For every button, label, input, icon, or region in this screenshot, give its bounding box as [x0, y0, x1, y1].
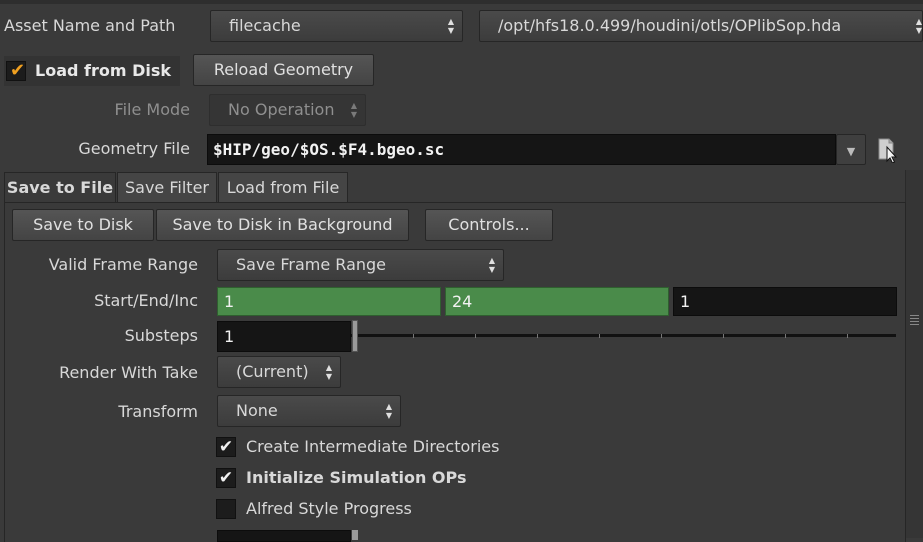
- up-down-arrows-icon: ▲ ▼: [447, 17, 455, 35]
- slider-tick: [723, 334, 724, 338]
- tab-save-filter[interactable]: Save Filter: [117, 172, 217, 203]
- scrollbar-track[interactable]: [905, 170, 923, 538]
- save-to-disk-background-button[interactable]: Save to Disk in Background: [156, 209, 409, 241]
- increment-input[interactable]: 1: [673, 287, 897, 316]
- slider-tick: [847, 334, 848, 338]
- substeps-slider-handle[interactable]: [352, 320, 358, 352]
- substeps-slider[interactable]: [351, 331, 896, 341]
- asset-name-label: Asset Name and Path: [4, 16, 176, 35]
- reload-geometry-button[interactable]: Reload Geometry: [193, 54, 374, 86]
- transform-combo[interactable]: None ▲ ▼: [217, 395, 401, 427]
- up-down-arrows-icon: ▲ ▼: [488, 256, 496, 274]
- asset-name-value: filecache: [229, 16, 301, 35]
- load-from-disk-label: Load from Disk: [35, 61, 172, 80]
- partial-bottom-input[interactable]: [217, 530, 351, 542]
- controls-button[interactable]: Controls...: [425, 209, 553, 241]
- valid-frame-range-combo[interactable]: Save Frame Range ▲ ▼: [217, 249, 504, 281]
- checkmark-icon: ✔: [218, 468, 234, 488]
- slider-tick: [537, 334, 538, 338]
- substeps-input[interactable]: 1: [217, 321, 351, 352]
- geometry-file-label: Geometry File: [78, 139, 190, 158]
- slider-track: [351, 334, 896, 337]
- initialize-simulation-ops-checkbox[interactable]: ✔: [216, 468, 236, 488]
- up-down-arrows-icon: ▲ ▼: [385, 402, 393, 420]
- transform-value: None: [236, 401, 278, 420]
- initialize-simulation-ops-toggle[interactable]: ✔ Initialize Simulation OPs: [216, 467, 516, 491]
- file-mode-value: No Operation: [228, 100, 335, 119]
- render-with-take-label: Render With Take: [59, 363, 198, 382]
- up-down-arrows-icon: ▲ ▼: [325, 363, 333, 381]
- create-intermediate-directories-toggle[interactable]: ✔ Create Intermediate Directories: [216, 436, 516, 460]
- top-divider: [0, 0, 923, 4]
- file-mode-combo[interactable]: No Operation ▲ ▼: [209, 94, 366, 126]
- geometry-file-input[interactable]: $HIP/geo/$OS.$F4.bgeo.sc: [207, 134, 836, 165]
- alfred-style-progress-checkbox[interactable]: [216, 499, 236, 519]
- up-down-arrows-icon: ▲ ▼: [915, 17, 923, 35]
- slider-tick: [413, 334, 414, 338]
- slider-tick: [785, 334, 786, 338]
- render-with-take-combo[interactable]: (Current) ▲ ▼: [217, 356, 341, 388]
- tab-load-from-file[interactable]: Load from File: [218, 172, 348, 203]
- alfred-style-progress-label: Alfred Style Progress: [246, 499, 412, 518]
- slider-tick: [661, 334, 662, 338]
- slider-tick: [599, 334, 600, 338]
- checkmark-icon: ✔: [10, 60, 26, 81]
- initialize-simulation-ops-label: Initialize Simulation OPs: [246, 468, 467, 487]
- asset-path-combo[interactable]: /opt/hfs18.0.499/houdini/otls/OPlibSop.h…: [479, 10, 923, 42]
- up-down-arrows-icon: ▲ ▼: [350, 101, 358, 119]
- chevron-down-icon: ▼: [846, 145, 856, 158]
- save-to-disk-button[interactable]: Save to Disk: [12, 209, 154, 241]
- scrollbar-grip[interactable]: [910, 315, 919, 327]
- load-from-disk-group[interactable]: ✔ Load from Disk: [4, 56, 180, 86]
- load-from-disk-checkbox[interactable]: ✔: [6, 60, 26, 81]
- valid-frame-range-label: Valid Frame Range: [48, 255, 198, 274]
- file-mode-label: File Mode: [114, 100, 190, 119]
- transform-label: Transform: [118, 402, 198, 421]
- slider-tick: [475, 334, 476, 338]
- substeps-label: Substeps: [124, 326, 198, 345]
- create-intermediate-directories-label: Create Intermediate Directories: [246, 437, 500, 456]
- file-chooser-icon[interactable]: [877, 137, 899, 164]
- alfred-style-progress-toggle[interactable]: Alfred Style Progress: [216, 498, 516, 522]
- asset-name-combo[interactable]: filecache ▲ ▼: [210, 10, 463, 42]
- partial-slider-handle[interactable]: [352, 530, 358, 540]
- checkmark-icon: ✔: [218, 437, 234, 457]
- valid-frame-range-value: Save Frame Range: [236, 255, 387, 274]
- geometry-file-dropdown[interactable]: ▼: [836, 134, 866, 165]
- end-frame-input[interactable]: 24: [445, 287, 669, 316]
- start-end-inc-label: Start/End/Inc: [94, 291, 198, 310]
- tab-save-to-file[interactable]: Save to File: [4, 172, 116, 203]
- start-frame-input[interactable]: 1: [217, 287, 441, 316]
- render-with-take-value: (Current): [236, 362, 309, 381]
- create-intermediate-directories-checkbox[interactable]: ✔: [216, 437, 236, 457]
- asset-path-value: /opt/hfs18.0.499/houdini/otls/OPlibSop.h…: [498, 16, 842, 35]
